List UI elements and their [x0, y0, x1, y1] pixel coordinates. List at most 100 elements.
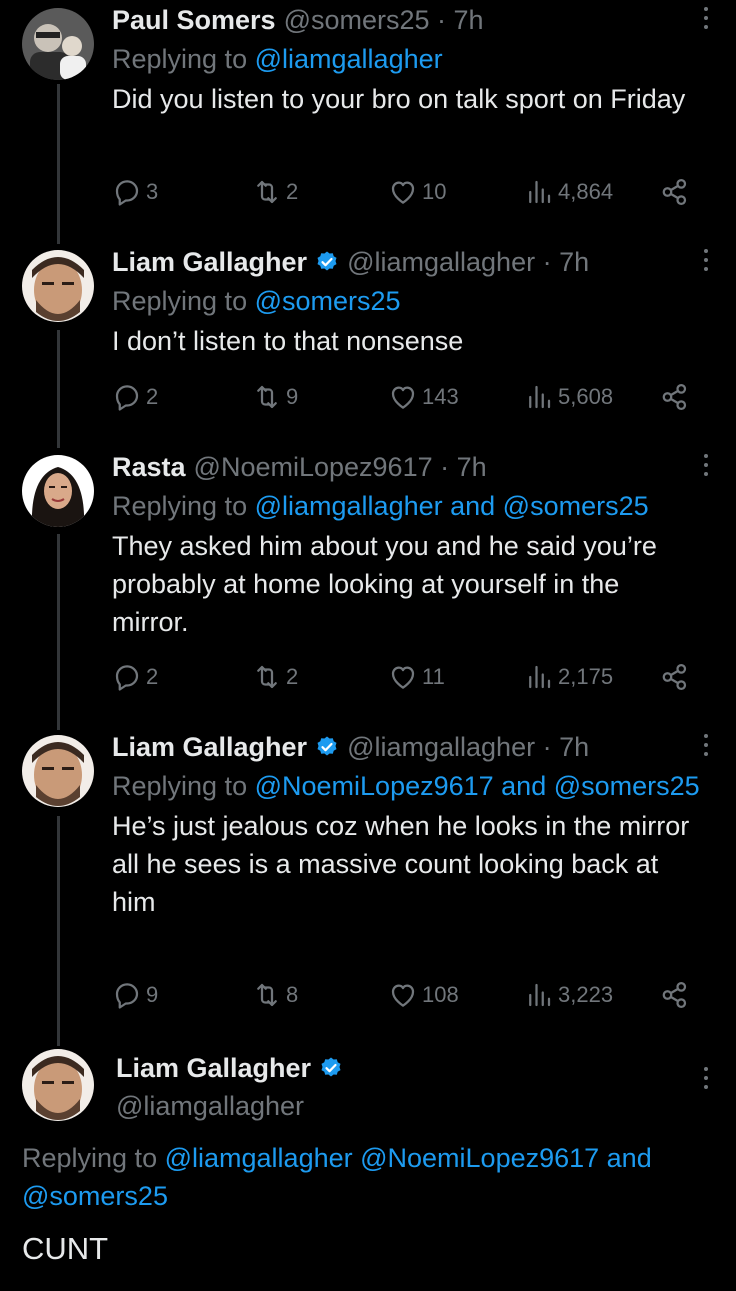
share-button[interactable]: [660, 174, 690, 210]
retweet-icon: [252, 980, 282, 1010]
like-count: 108: [422, 982, 459, 1007]
more-icon[interactable]: [702, 7, 710, 37]
author-name[interactable]: Rasta: [112, 447, 186, 487]
author-handle-time[interactable]: @liamgallagher · 7h: [347, 727, 589, 767]
views-count: 2,175: [558, 664, 614, 689]
more-icon[interactable]: [702, 734, 710, 764]
retweet-icon: [252, 382, 282, 412]
author-handle-time[interactable]: @somers25 · 7h: [284, 0, 484, 40]
views-button[interactable]: 4,864: [524, 174, 613, 210]
like-count: 143: [422, 384, 459, 409]
tweet-actions: 3 2 10 4,864: [112, 174, 692, 210]
replying-to-prefix: Replying to: [112, 771, 248, 801]
reply-button[interactable]: 2: [112, 659, 158, 695]
reply-mention-link[interactable]: @liamgallagher and @somers25: [255, 491, 649, 521]
like-count: 11: [422, 664, 445, 689]
share-button[interactable]: [660, 659, 690, 695]
author-name[interactable]: Paul Somers: [112, 0, 276, 40]
retweet-count: 2: [286, 664, 299, 689]
avatar[interactable]: [22, 250, 94, 322]
reply-button[interactable]: 2: [112, 379, 158, 415]
avatar[interactable]: [22, 8, 94, 80]
retweet-icon: [252, 177, 282, 207]
verified-icon: [319, 1056, 343, 1080]
views-button[interactable]: 3,223: [524, 977, 613, 1013]
like-icon: [388, 382, 418, 412]
more-icon[interactable]: [702, 249, 710, 279]
views-icon: [524, 177, 554, 207]
like-button[interactable]: 11: [388, 659, 445, 695]
author-name[interactable]: Liam Gallagher: [116, 1049, 311, 1087]
like-button[interactable]: 108: [388, 977, 459, 1013]
retweet-button[interactable]: 2: [252, 659, 298, 695]
tweet-actions: 9 8 108 3,223: [112, 977, 692, 1013]
focused-tweet[interactable]: Liam Gallagher @liamgallagher Replying t…: [0, 1045, 736, 1291]
reply-icon: [112, 382, 142, 412]
author-handle-time[interactable]: @liamgallagher · 7h: [347, 242, 589, 282]
views-count: 4,864: [558, 179, 614, 204]
views-button[interactable]: 5,608: [524, 379, 613, 415]
replying-to-prefix: Replying to: [22, 1143, 158, 1173]
replying-to: Replying to @somers25: [112, 282, 700, 320]
avatar[interactable]: [22, 455, 94, 527]
author-handle[interactable]: @liamgallagher: [116, 1087, 343, 1125]
avatar[interactable]: [22, 735, 94, 807]
replying-to: Replying to @liamgallagher: [112, 40, 700, 78]
like-button[interactable]: 143: [388, 379, 459, 415]
reply-icon: [112, 177, 142, 207]
like-button[interactable]: 10: [388, 174, 446, 210]
reply-count: 3: [146, 179, 159, 204]
replying-to: Replying to @liamgallagher and @somers25: [112, 487, 700, 525]
reply-mention-link[interactable]: @somers25: [255, 286, 401, 316]
like-icon: [388, 177, 418, 207]
thread-line: [57, 330, 60, 448]
retweet-icon: [252, 662, 282, 692]
like-count: 10: [422, 179, 447, 204]
reply-button[interactable]: 3: [112, 174, 158, 210]
retweet-count: 8: [286, 982, 299, 1007]
author-name[interactable]: Liam Gallagher: [112, 242, 307, 282]
views-count: 3,223: [558, 982, 614, 1007]
verified-icon: [315, 735, 339, 759]
tweet-text: I don’t listen to that nonsense: [112, 326, 464, 356]
more-icon[interactable]: [702, 454, 710, 484]
avatar[interactable]: [22, 1049, 94, 1121]
retweet-button[interactable]: 2: [252, 174, 298, 210]
replying-to-prefix: Replying to: [112, 286, 248, 316]
share-icon: [660, 177, 690, 207]
views-count: 5,608: [558, 384, 614, 409]
reply-icon: [112, 980, 142, 1010]
replying-to: Replying to @NoemiLopez9617 and @somers2…: [112, 767, 700, 805]
reply-count: 2: [146, 384, 159, 409]
tweet-text: They asked him about you and he said you…: [112, 531, 657, 637]
share-icon: [660, 980, 690, 1010]
reply-button[interactable]: 9: [112, 977, 158, 1013]
share-button[interactable]: [660, 977, 690, 1013]
tweet-actions: 2 9 143 5,608: [112, 379, 692, 415]
thread-line: [57, 534, 60, 730]
more-icon[interactable]: [702, 1067, 710, 1097]
tweet-actions: 2 2 11 2,175: [112, 659, 692, 695]
replying-to: Replying to @liamgallagher @NoemiLopez96…: [22, 1139, 700, 1215]
reply-icon: [112, 662, 142, 692]
thread-line: [57, 816, 60, 1046]
views-icon: [524, 382, 554, 412]
retweet-button[interactable]: 8: [252, 977, 298, 1013]
retweet-count: 9: [286, 384, 299, 409]
reply-mention-link[interactable]: @NoemiLopez9617 and @somers25: [255, 771, 700, 801]
author-handle-time[interactable]: @NoemiLopez9617 · 7h: [194, 447, 487, 487]
reply-count: 2: [146, 664, 159, 689]
retweet-count: 2: [286, 179, 299, 204]
views-icon: [524, 980, 554, 1010]
replying-to-prefix: Replying to: [112, 44, 248, 74]
reply-mention-link[interactable]: @liamgallagher: [255, 44, 443, 74]
verified-icon: [315, 250, 339, 274]
tweet-text: He’s just jealous coz when he looks in t…: [112, 811, 690, 917]
like-icon: [388, 662, 418, 692]
author-name[interactable]: Liam Gallagher: [112, 727, 307, 767]
retweet-button[interactable]: 9: [252, 379, 298, 415]
share-button[interactable]: [660, 379, 690, 415]
views-button[interactable]: 2,175: [524, 659, 613, 695]
share-icon: [660, 662, 690, 692]
thread-line: [57, 84, 60, 244]
